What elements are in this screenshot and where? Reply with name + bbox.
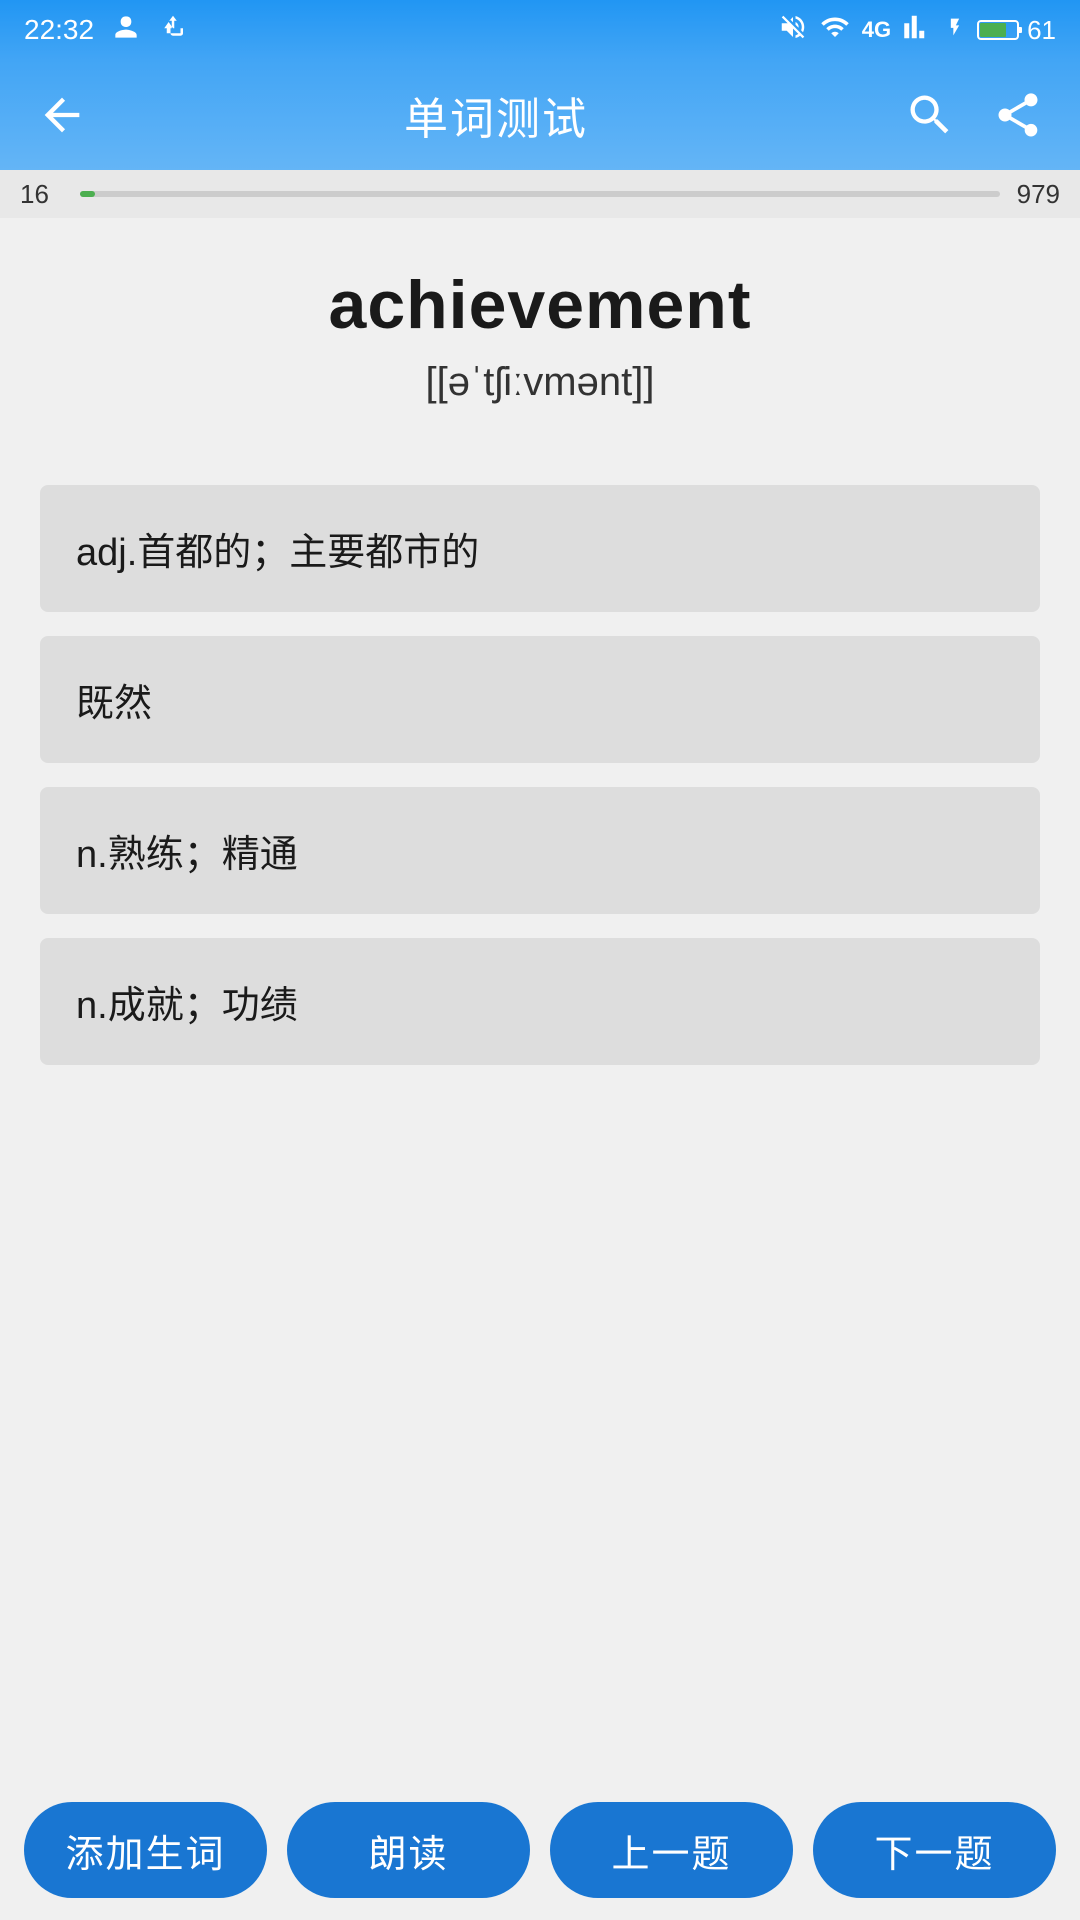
word-text: achievement [329, 266, 752, 344]
status-bar: 22:32 4G [0, 0, 1080, 60]
time-display: 22:32 [24, 14, 94, 46]
wifi-icon [820, 12, 850, 49]
option-item[interactable]: n.成就；功绩 [40, 938, 1040, 1065]
progress-current: 16 [20, 179, 49, 210]
word-phonetic: [[əˈtʃiːvmənt]] [426, 360, 655, 405]
app-bar-actions [904, 89, 1044, 141]
progress-fill [80, 191, 95, 197]
volume-mute-icon [778, 12, 808, 49]
battery-display: 61 [977, 15, 1056, 46]
option-item[interactable]: adj.首都的；主要都市的 [40, 485, 1040, 612]
options-container: adj.首都的；主要都市的既然 n.熟练；精通 n.成就；功绩 [40, 485, 1040, 1065]
progress-total: 979 [1017, 179, 1060, 210]
option-item[interactable]: n.熟练；精通 [40, 787, 1040, 914]
signal-icon [903, 12, 933, 49]
share-button[interactable] [992, 89, 1044, 141]
bottom-btn-add[interactable]: 添加生词 [24, 1802, 267, 1898]
app-bar: 单词测试 [0, 60, 1080, 170]
back-button[interactable] [36, 89, 88, 141]
search-button[interactable] [904, 89, 956, 141]
person-icon [110, 11, 142, 50]
bottom-btn-prev[interactable]: 上一题 [550, 1802, 793, 1898]
usb-icon [158, 12, 188, 49]
status-right: 4G 61 [778, 12, 1056, 49]
progress-area: 16 979 [0, 170, 1080, 218]
option-item[interactable]: 既然 [40, 636, 1040, 763]
charging-icon [945, 12, 965, 49]
bottom-btn-read[interactable]: 朗读 [287, 1802, 530, 1898]
status-left: 22:32 [24, 11, 188, 50]
bottom-bar: 添加生词朗读上一题下一题 [0, 1780, 1080, 1920]
progress-track [80, 191, 1000, 197]
bottom-btn-next[interactable]: 下一题 [813, 1802, 1056, 1898]
page-title: 单词测试 [404, 83, 588, 147]
4g-icon: 4G [862, 17, 891, 43]
main-content: achievement [[əˈtʃiːvmənt]] adj.首都的；主要都市… [0, 218, 1080, 1065]
